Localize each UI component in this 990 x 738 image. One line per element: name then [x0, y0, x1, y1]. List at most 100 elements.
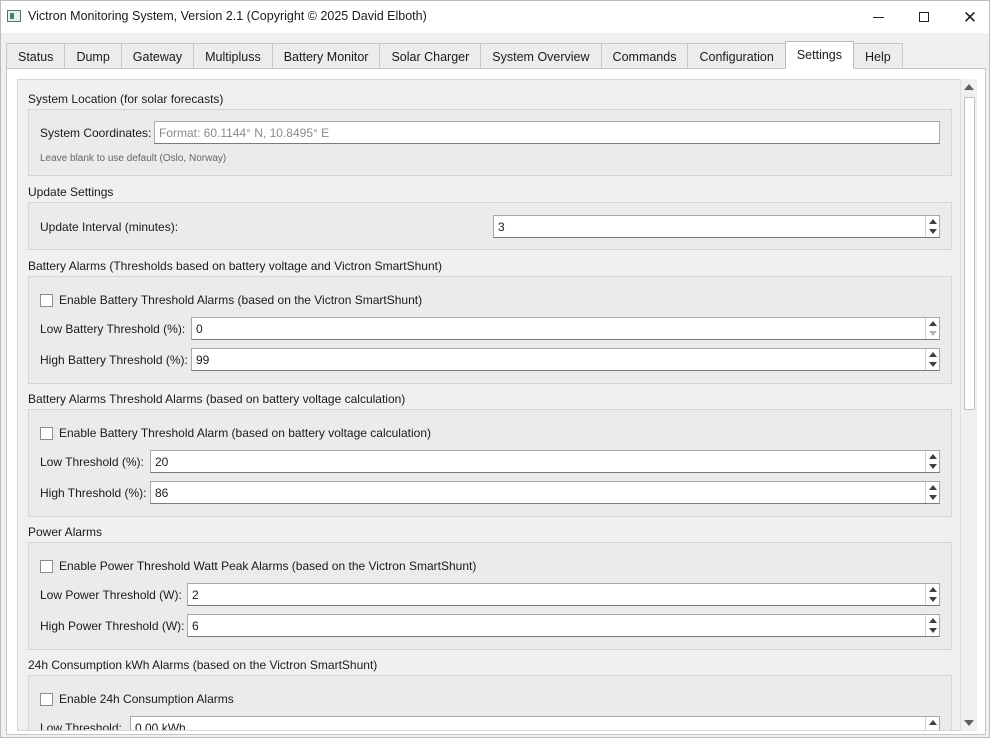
- high-threshold-label: High Threshold (%):: [40, 486, 147, 500]
- consumption-low-threshold-value: 0.00 kWh: [135, 721, 186, 731]
- low-battery-threshold-stepper[interactable]: 0: [191, 317, 940, 340]
- spin-down-icon[interactable]: [929, 628, 937, 633]
- tab-commands[interactable]: Commands: [600, 43, 688, 69]
- scroll-down-icon[interactable]: [964, 720, 974, 726]
- scroll-up-icon[interactable]: [964, 84, 974, 90]
- settings-scroll-area[interactable]: System Location (for solar forecasts) Sy…: [17, 79, 963, 731]
- voltage-alarms-group: Enable Battery Threshold Alarm (based on…: [28, 409, 952, 517]
- high-threshold-stepper[interactable]: 86: [150, 481, 940, 504]
- low-battery-threshold-spin[interactable]: [925, 318, 939, 339]
- tab-battery-monitor[interactable]: Battery Monitor: [271, 43, 380, 69]
- scrollbar-thumb[interactable]: [964, 97, 975, 410]
- power-alarms-group: Enable Power Threshold Watt Peak Alarms …: [28, 542, 952, 650]
- spin-up-icon[interactable]: [929, 454, 937, 459]
- tab-system-overview[interactable]: System Overview: [480, 43, 601, 69]
- battery-alarms-enable-checkbox[interactable]: [40, 293, 53, 307]
- minimize-button[interactable]: [855, 1, 901, 33]
- high-battery-threshold-stepper[interactable]: 99: [191, 348, 940, 371]
- low-threshold-value: 20: [155, 455, 169, 469]
- tab-settings[interactable]: Settings: [784, 41, 854, 69]
- spin-up-icon[interactable]: [929, 587, 937, 592]
- high-power-threshold-stepper[interactable]: 6: [187, 614, 940, 637]
- spin-up-icon[interactable]: [929, 352, 937, 357]
- app-window: Victron Monitoring System, Version 2.1 (…: [0, 0, 990, 738]
- spin-down-icon[interactable]: [929, 362, 937, 367]
- low-threshold-stepper[interactable]: 20: [150, 450, 940, 473]
- window-title: Victron Monitoring System, Version 2.1 (…: [28, 9, 427, 23]
- spin-up-icon[interactable]: [929, 618, 937, 623]
- spin-down-icon[interactable]: [929, 597, 937, 602]
- update-interval-spin[interactable]: [925, 216, 939, 237]
- voltage-alarms-enable-label: Enable Battery Threshold Alarm (based on…: [59, 426, 431, 440]
- app-icon: [7, 10, 21, 22]
- low-power-threshold-stepper[interactable]: 2: [187, 583, 940, 606]
- title-bar[interactable]: Victron Monitoring System, Version 2.1 (…: [1, 1, 989, 33]
- power-alarms-enable-row[interactable]: Enable Power Threshold Watt Peak Alarms …: [40, 559, 476, 573]
- tab-gateway[interactable]: Gateway: [120, 43, 194, 69]
- coordinates-hint: Leave blank to use default (Oslo, Norway…: [40, 153, 227, 164]
- vertical-scrollbar[interactable]: [960, 79, 977, 731]
- minimize-icon: [872, 16, 884, 18]
- low-threshold-spin[interactable]: [925, 451, 939, 472]
- battery-alarms-enable-row[interactable]: Enable Battery Threshold Alarms (based o…: [40, 293, 422, 307]
- voltage-alarms-enable-checkbox[interactable]: [40, 426, 53, 440]
- power-alarms-enable-checkbox[interactable]: [40, 559, 53, 573]
- spin-up-icon[interactable]: [929, 321, 937, 326]
- battery-alarms-group: Enable Battery Threshold Alarms (based o…: [28, 276, 952, 384]
- consumption-low-threshold-stepper[interactable]: 0.00 kWh: [130, 716, 940, 731]
- tab-bar: Status Dump Gateway Multipluss Battery M…: [6, 41, 986, 69]
- spin-down-icon[interactable]: [929, 464, 937, 469]
- low-power-threshold-label: Low Power Threshold (W):: [40, 588, 182, 602]
- close-icon: ✕: [962, 7, 978, 27]
- consumption-alarms-section-title: 24h Consumption kWh Alarms (based on the…: [28, 658, 378, 672]
- coordinates-label: System Coordinates:: [40, 126, 152, 140]
- spin-down-icon[interactable]: [929, 730, 937, 731]
- maximize-button[interactable]: [901, 1, 947, 33]
- consumption-alarms-enable-row[interactable]: Enable 24h Consumption Alarms: [40, 692, 234, 706]
- high-power-threshold-label: High Power Threshold (W):: [40, 619, 185, 633]
- consumption-low-threshold-label: Low Threshold:: [40, 721, 122, 731]
- tab-configuration[interactable]: Configuration: [687, 43, 785, 69]
- high-battery-threshold-label: High Battery Threshold (%):: [40, 353, 188, 367]
- battery-alarms-enable-label: Enable Battery Threshold Alarms (based o…: [59, 293, 423, 307]
- power-alarms-enable-label: Enable Power Threshold Watt Peak Alarms …: [59, 559, 477, 573]
- location-section-title: System Location (for solar forecasts): [28, 92, 224, 106]
- low-battery-threshold-value: 0: [196, 322, 203, 336]
- low-power-threshold-value: 2: [192, 588, 199, 602]
- coordinates-input[interactable]: [154, 121, 940, 144]
- spin-up-icon[interactable]: [929, 720, 937, 725]
- tab-solar-charger[interactable]: Solar Charger: [379, 43, 481, 69]
- tab-status[interactable]: Status: [6, 43, 65, 69]
- maximize-icon: [919, 12, 929, 22]
- high-threshold-spin[interactable]: [925, 482, 939, 503]
- spin-down-icon[interactable]: [929, 229, 937, 234]
- spin-down-icon[interactable]: [929, 495, 937, 500]
- spin-down-icon[interactable]: [929, 331, 937, 336]
- update-interval-value: 3: [498, 220, 505, 234]
- consumption-low-threshold-spin[interactable]: [925, 717, 939, 731]
- spin-up-icon[interactable]: [929, 485, 937, 490]
- high-battery-threshold-value: 99: [196, 353, 210, 367]
- low-power-threshold-spin[interactable]: [925, 584, 939, 605]
- consumption-alarms-enable-checkbox[interactable]: [40, 692, 53, 706]
- voltage-alarms-section-title: Battery Alarms Threshold Alarms (based o…: [28, 392, 406, 406]
- high-threshold-value: 86: [155, 486, 169, 500]
- high-power-threshold-value: 6: [192, 619, 199, 633]
- close-button[interactable]: ✕: [947, 1, 990, 33]
- battery-alarms-section-title: Battery Alarms (Thresholds based on batt…: [28, 259, 442, 273]
- high-battery-threshold-spin[interactable]: [925, 349, 939, 370]
- tab-dump[interactable]: Dump: [64, 43, 121, 69]
- update-interval-label: Update Interval (minutes):: [40, 220, 179, 234]
- tab-help[interactable]: Help: [854, 43, 903, 69]
- location-group: System Coordinates: Leave blank to use d…: [28, 109, 952, 176]
- spin-up-icon[interactable]: [929, 219, 937, 224]
- low-battery-threshold-label: Low Battery Threshold (%):: [40, 322, 186, 336]
- update-interval-stepper[interactable]: 3: [493, 215, 940, 238]
- consumption-alarms-group: Enable 24h Consumption Alarms Low Thresh…: [28, 675, 952, 731]
- high-power-threshold-spin[interactable]: [925, 615, 939, 636]
- settings-panel: System Location (for solar forecasts) Sy…: [6, 68, 986, 735]
- voltage-alarms-enable-row[interactable]: Enable Battery Threshold Alarm (based on…: [40, 426, 431, 440]
- low-threshold-label: Low Threshold (%):: [40, 455, 144, 469]
- update-group: Update Interval (minutes): 3: [28, 202, 952, 250]
- tab-multipluss[interactable]: Multipluss: [193, 43, 272, 69]
